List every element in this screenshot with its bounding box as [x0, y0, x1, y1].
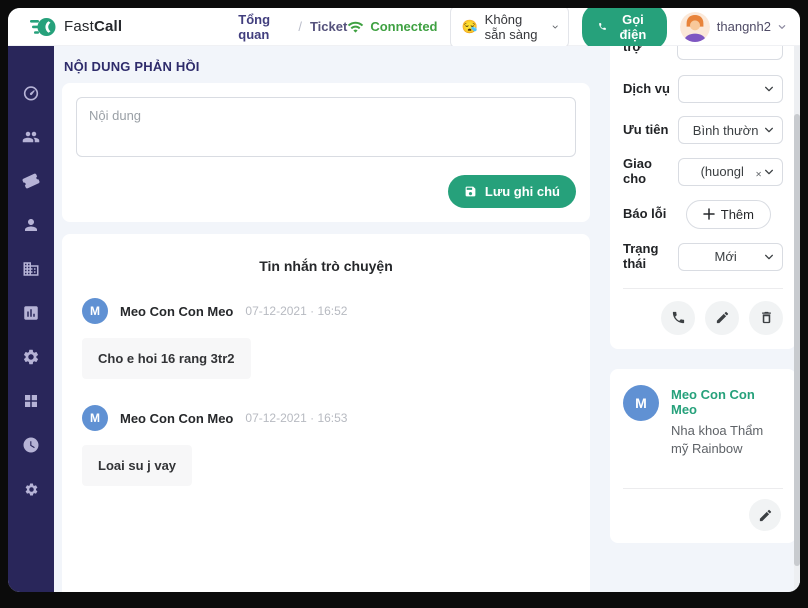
- message-timestamp: 07-12-2021 · 16:53: [245, 411, 347, 425]
- sidebar-item-history[interactable]: [21, 436, 41, 454]
- breadcrumb-overview-link[interactable]: Tổng quan: [238, 12, 290, 42]
- plus-icon: [703, 208, 715, 220]
- scrollbar-track: [794, 46, 800, 592]
- edit-contact-button[interactable]: [749, 499, 781, 531]
- pencil-icon: [715, 310, 730, 325]
- edit-ticket-button[interactable]: [705, 301, 739, 335]
- chat-card: Tin nhắn trò chuyện M Meo Con Con Meo 07…: [62, 234, 590, 592]
- message-sender: Meo Con Con Meo: [120, 304, 233, 319]
- delete-ticket-button[interactable]: [749, 301, 783, 335]
- sidebar-item-preferences[interactable]: [21, 480, 41, 498]
- fastcall-logo: FastCall: [30, 16, 122, 38]
- fastcall-logo-icon: [30, 16, 57, 38]
- add-error-label: Thêm: [721, 207, 754, 222]
- gear-icon: [22, 348, 40, 366]
- sidebar-item-tickets[interactable]: [21, 172, 41, 190]
- save-note-button[interactable]: Lưu ghi chú: [448, 175, 576, 208]
- chevron-down-icon: [552, 22, 558, 32]
- top-header: FastCall Tổng quan / Ticket Connected 😪 …: [8, 8, 800, 46]
- chevron-down-icon: [764, 84, 774, 94]
- chat-title: Tin nhắn trò chuyện: [82, 258, 570, 274]
- content-area: NỘI DUNG PHẢN HỒI Lưu ghi chú Tin nhắn t…: [54, 46, 800, 592]
- service-select[interactable]: [678, 75, 783, 103]
- left-sidebar: [8, 46, 54, 592]
- chevron-down-icon: [764, 252, 774, 262]
- gear-icon: [24, 482, 39, 497]
- user-menu[interactable]: thangnh2: [680, 12, 786, 42]
- trash-icon: [759, 310, 774, 325]
- sidebar-item-apps[interactable]: [21, 392, 41, 410]
- breadcrumb-current-ticket: Ticket: [310, 19, 347, 34]
- sleepy-emoji-icon: 😪: [461, 19, 477, 35]
- save-note-label: Lưu ghi chú: [485, 184, 560, 199]
- chevron-down-icon: [764, 125, 774, 135]
- sidebar-item-settings[interactable]: [21, 348, 41, 366]
- app-window: FastCall Tổng quan / Ticket Connected 😪 …: [8, 8, 800, 592]
- ticket-icon: [22, 172, 40, 190]
- note-input[interactable]: [76, 97, 576, 157]
- gauge-icon: [22, 84, 40, 102]
- feedback-note-card: Lưu ghi chú: [62, 83, 590, 222]
- pencil-icon: [758, 508, 773, 523]
- add-error-button[interactable]: Thêm: [686, 200, 771, 229]
- status-label: Trạng thái: [623, 242, 678, 272]
- contact-card: M Meo Con Con Meo Nha khoa Thẩm mỹ Rainb…: [610, 369, 796, 543]
- chevron-down-icon: [778, 23, 786, 31]
- contact-name-link[interactable]: Meo Con Con Meo: [671, 387, 783, 417]
- avatar: [680, 12, 710, 42]
- avatar: M: [82, 405, 108, 431]
- scrollbar-thumb[interactable]: [794, 114, 800, 566]
- sidebar-item-reports[interactable]: [21, 304, 41, 322]
- message-timestamp: 07-12-2021 · 16:52: [245, 304, 347, 318]
- feedback-section-title: NỘI DUNG PHẢN HỒI: [64, 59, 590, 74]
- clipped-field-input[interactable]: [677, 46, 783, 60]
- priority-select[interactable]: Bình thườn: [678, 116, 783, 144]
- sidebar-item-dashboard[interactable]: [21, 84, 41, 102]
- sidebar-item-companies[interactable]: [21, 260, 41, 278]
- availability-dropdown[interactable]: 😪 Không sẵn sàng: [450, 8, 569, 48]
- sidebar-item-contacts[interactable]: [21, 216, 41, 234]
- call-button-label: Gọi điện: [615, 12, 651, 42]
- connection-status: Connected: [347, 19, 437, 34]
- brand-name: FastCall: [64, 18, 122, 35]
- breadcrumb-separator: /: [298, 19, 302, 34]
- phone-icon: [598, 20, 607, 33]
- sidebar-item-customers[interactable]: [21, 128, 41, 146]
- clipped-field-label: trợ: [623, 46, 642, 62]
- assignee-select[interactable]: (huongl ✕: [678, 158, 783, 186]
- grid-icon: [22, 392, 40, 410]
- avatar: M: [82, 298, 108, 324]
- connection-status-label: Connected: [370, 19, 437, 34]
- breadcrumb: Tổng quan / Ticket: [238, 12, 347, 42]
- message-sender: Meo Con Con Meo: [120, 411, 233, 426]
- wifi-icon: [347, 20, 364, 34]
- service-label: Dịch vụ: [623, 82, 678, 97]
- call-contact-button[interactable]: [661, 301, 695, 335]
- people-icon: [22, 128, 40, 146]
- avatar: M: [623, 385, 659, 421]
- person-icon: [22, 216, 40, 234]
- bar-chart-icon: [22, 304, 40, 322]
- priority-label: Ưu tiên: [623, 123, 678, 138]
- message-bubble: Cho e hoi 16 rang 3tr2: [82, 338, 251, 379]
- ticket-form-card: trợ Dịch vụ Ưu tiên Bình thườn: [610, 46, 796, 349]
- availability-label: Không sẵn sàng: [485, 12, 545, 42]
- assignee-label: Giao cho: [623, 157, 678, 187]
- clock-icon: [22, 436, 40, 454]
- building-icon: [22, 260, 40, 278]
- chat-message-header: M Meo Con Con Meo 07-12-2021 · 16:52: [82, 298, 570, 324]
- contact-organization: Nha khoa Thẩm mỹ Rainbow: [671, 422, 783, 458]
- error-report-label: Báo lỗi: [623, 207, 679, 222]
- save-icon: [464, 185, 477, 198]
- status-select[interactable]: Mới: [678, 243, 783, 271]
- message-bubble: Loai su j vay: [82, 445, 192, 486]
- call-button[interactable]: Gọi điện: [582, 8, 667, 50]
- username: thangnh2: [717, 19, 771, 34]
- clipped-form-row: trợ: [623, 46, 783, 62]
- phone-icon: [671, 310, 686, 325]
- chat-message-header: M Meo Con Con Meo 07-12-2021 · 16:53: [82, 405, 570, 431]
- clear-icon[interactable]: ✕: [755, 170, 762, 179]
- chevron-down-icon: [764, 167, 774, 177]
